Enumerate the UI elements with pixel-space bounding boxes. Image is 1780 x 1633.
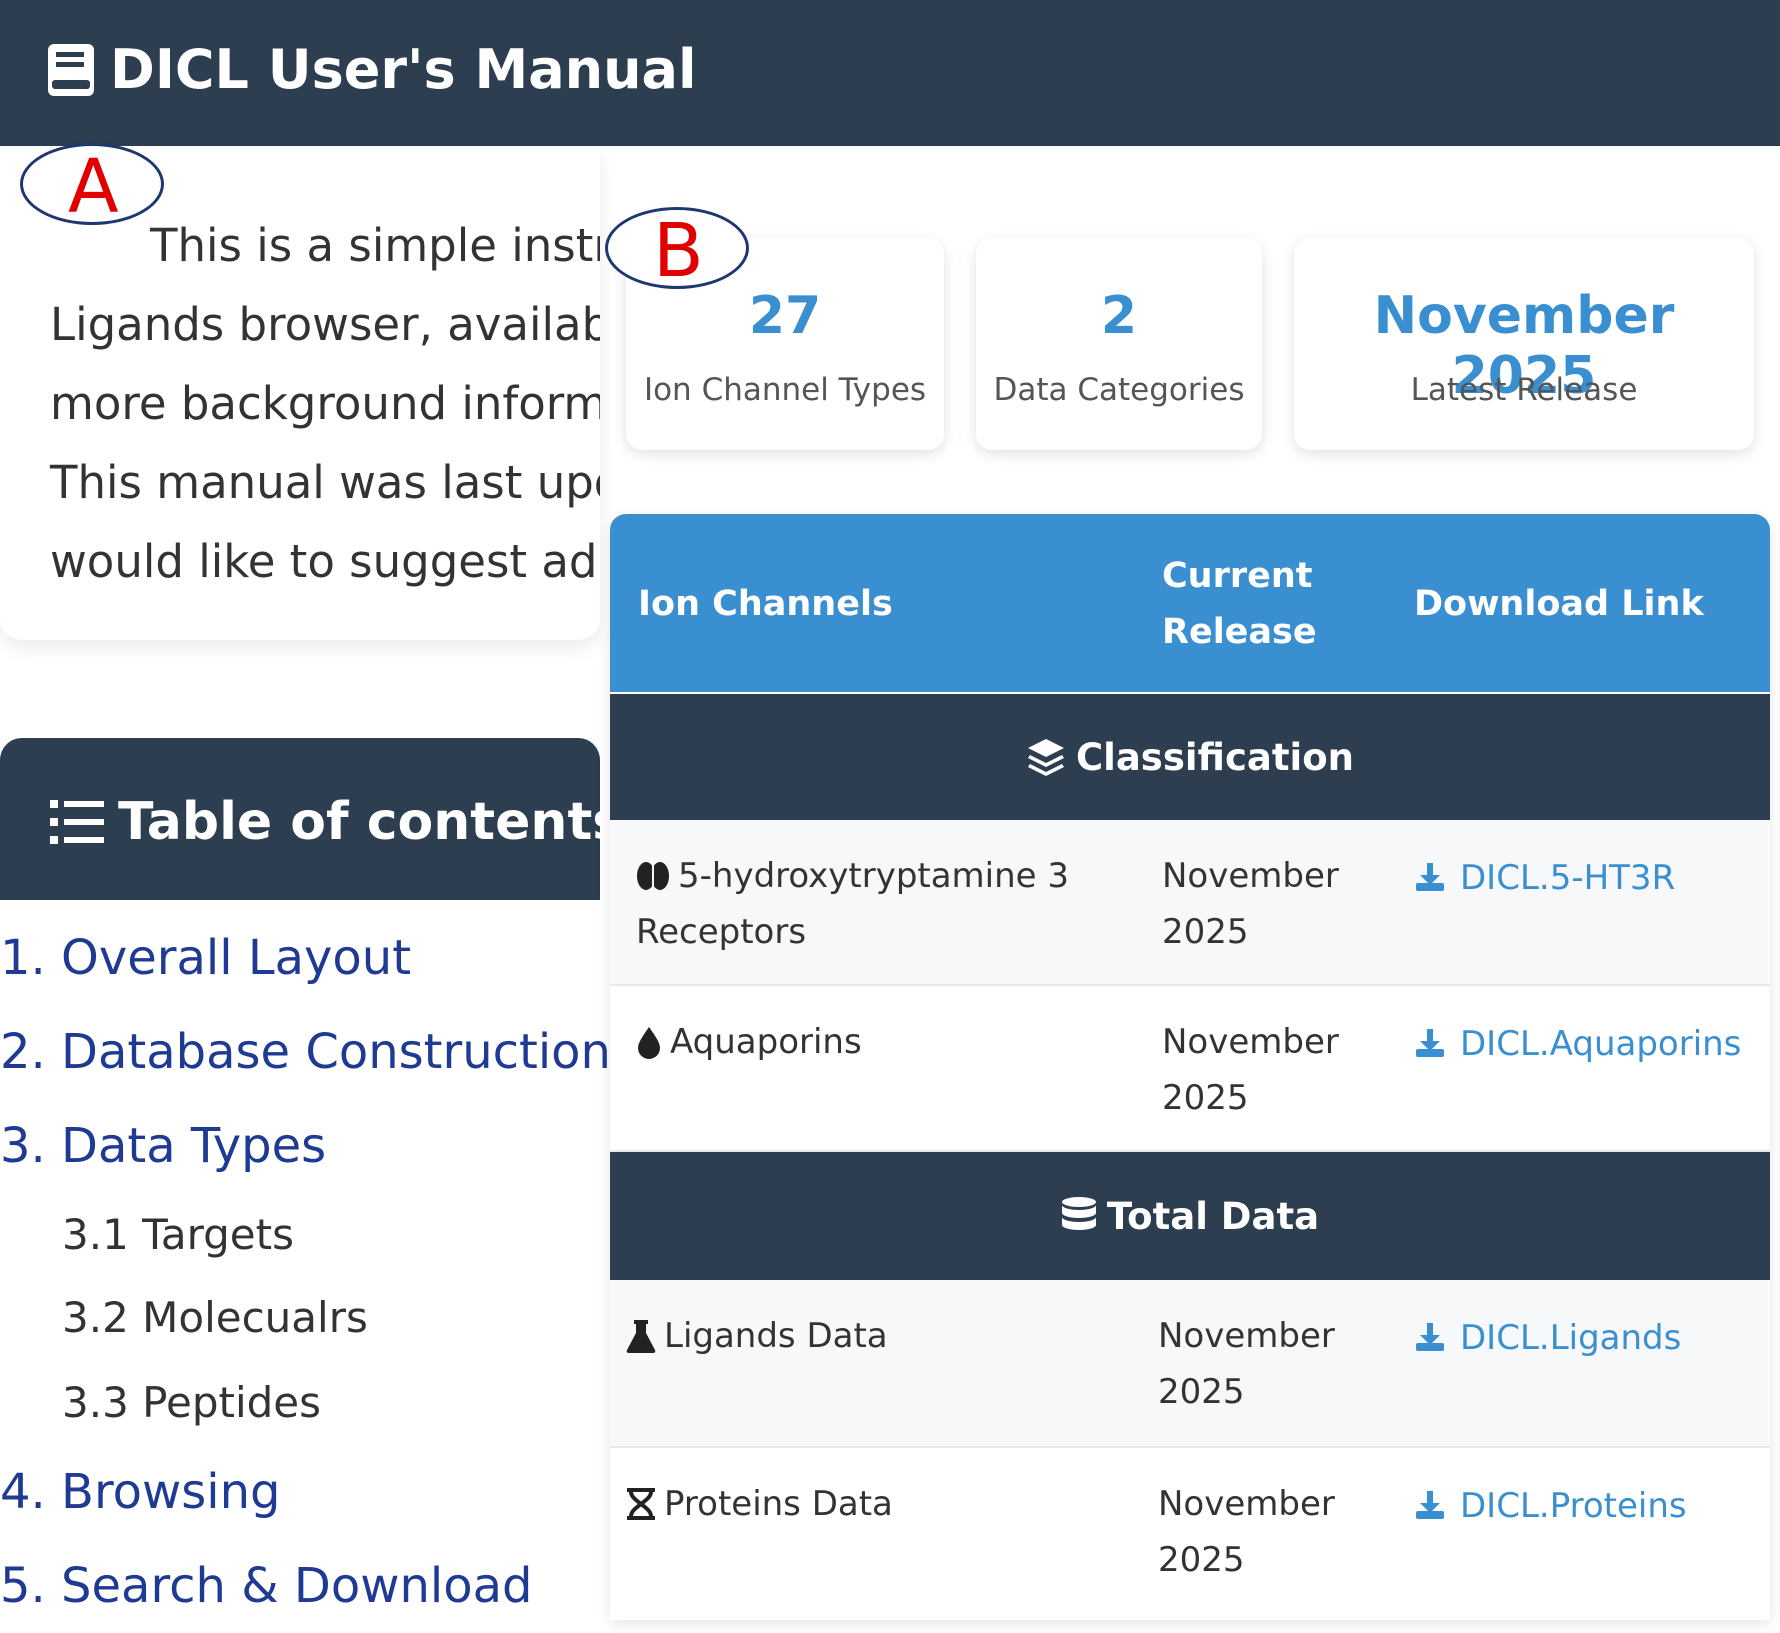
row-release-line2: 2025: [1158, 1540, 1245, 1580]
stat-label: Latest Release: [1410, 372, 1638, 408]
download-table: Ion Channels Current Release Download Li…: [610, 514, 1770, 1620]
toc-item-data-types[interactable]: 3. Data Types: [0, 1118, 326, 1174]
page-title: DICL User's Manual: [110, 38, 697, 101]
list-icon: [50, 800, 104, 844]
row-name: 5-hydroxytryptamine 3 Receptors: [636, 848, 1069, 960]
stat-card-data-categories: 2 Data Categories: [976, 238, 1262, 450]
row-release-line1: November: [1162, 1022, 1339, 1062]
table-row: 5-hydroxytryptamine 3 Receptors November…: [610, 820, 1770, 986]
header-current-release: Current Release: [1162, 548, 1317, 660]
toc-item-targets[interactable]: 3.1 Targets: [62, 1210, 294, 1259]
toc-item-peptides[interactable]: 3.3 Peptides: [62, 1378, 321, 1427]
download-icon: [1416, 863, 1444, 891]
toc-item-search-download[interactable]: 5. Search & Download: [0, 1558, 533, 1614]
intro-line: more background inform: [50, 377, 600, 430]
section-total-data: Total Data: [610, 1152, 1770, 1280]
database-icon: [1061, 1197, 1096, 1230]
download-icon: [1416, 1029, 1444, 1057]
row-release-line2: 2025: [1162, 1078, 1249, 1118]
flask-icon: [626, 1320, 656, 1354]
stat-value: 27: [748, 286, 822, 346]
download-link-label[interactable]: DICL.Aquaporins: [1460, 1024, 1741, 1064]
droplet-icon: [638, 1027, 660, 1059]
row-release-line1: November: [1158, 1316, 1335, 1356]
download-link-label[interactable]: DICL.Ligands: [1460, 1318, 1681, 1358]
download-link-label[interactable]: DICL.Proteins: [1460, 1486, 1687, 1526]
annotation-b-label: B: [653, 208, 704, 294]
intro-line: This manual was last upd: [50, 456, 600, 509]
download-icon: [1416, 1323, 1444, 1351]
table-header: Ion Channels Current Release Download Li…: [610, 514, 1770, 692]
download-link-ligands[interactable]: DICL.Ligands: [1414, 1310, 1681, 1366]
annotation-a-label: A: [68, 144, 119, 230]
stat-label: Data Categories: [993, 372, 1245, 408]
header-current-release-line1: Current: [1162, 556, 1313, 596]
download-link-aquaporins[interactable]: DICL.Aquaporins: [1414, 1016, 1741, 1072]
header-current-release-line2: Release: [1162, 612, 1317, 652]
stat-value: 2: [1100, 286, 1138, 346]
row-name-line1: 5-hydroxytryptamine 3: [678, 856, 1070, 896]
row-name-line1: Proteins Data: [664, 1484, 893, 1524]
layers-icon: [1028, 739, 1064, 776]
toc-item-database-construction[interactable]: 2. Database Construction: [0, 1024, 611, 1080]
header-download-link: Download Link: [1414, 584, 1704, 624]
page-header: DICL User's Manual: [0, 0, 1780, 146]
dna-icon: [627, 1488, 655, 1520]
brain-icon: [637, 862, 669, 890]
row-name: Ligands Data: [626, 1308, 888, 1364]
toc-item-molecualrs[interactable]: 3.2 Molecualrs: [62, 1293, 368, 1342]
section-title: Classification: [1076, 735, 1354, 779]
intro-line: Ligands browser, availabl: [50, 298, 600, 351]
toc-item-overall-layout[interactable]: 1. Overall Layout: [0, 930, 411, 986]
toc-title: Table of contents: [118, 792, 624, 852]
row-release: November 2025: [1158, 1476, 1335, 1588]
row-release: November 2025: [1162, 848, 1339, 960]
intro-text: This is a simple instru Ligands browser,…: [50, 206, 600, 601]
intro-line: This is a simple instru: [150, 219, 600, 272]
row-release-line2: 2025: [1162, 912, 1249, 952]
row-name-line2: Receptors: [636, 912, 807, 952]
table-row: Proteins Data November 2025 DICL.Protein…: [610, 1448, 1770, 1616]
row-release: November 2025: [1162, 1014, 1339, 1126]
download-link-proteins[interactable]: DICL.Proteins: [1414, 1478, 1687, 1534]
stat-label: Ion Channel Types: [643, 372, 927, 408]
table-row: Aquaporins November 2025 DICL.Aquaporins: [610, 986, 1770, 1152]
row-release-line2: 2025: [1158, 1372, 1245, 1412]
download-link-5ht3r[interactable]: DICL.5-HT3R: [1414, 850, 1675, 906]
table-row: Ligands Data November 2025 DICL.Ligands: [610, 1280, 1770, 1448]
section-classification: Classification: [610, 694, 1770, 820]
row-release-line1: November: [1158, 1484, 1335, 1524]
stat-card-latest-release: November 2025 Latest Release: [1294, 238, 1754, 450]
download-link-label[interactable]: DICL.5-HT3R: [1460, 858, 1675, 898]
download-icon: [1416, 1491, 1444, 1519]
row-release-line1: November: [1162, 856, 1339, 896]
toc-item-browsing[interactable]: 4. Browsing: [0, 1464, 281, 1520]
row-name-line1: Aquaporins: [670, 1022, 862, 1062]
book-icon: [48, 44, 94, 96]
row-name: Proteins Data: [626, 1476, 893, 1532]
row-name-line1: Ligands Data: [664, 1316, 888, 1356]
row-name: Aquaporins: [636, 1014, 862, 1070]
header-ion-channels: Ion Channels: [638, 584, 893, 624]
row-release: November 2025: [1158, 1308, 1335, 1420]
section-title: Total Data: [1106, 1194, 1320, 1238]
intro-line: would like to suggest adc: [50, 535, 600, 588]
